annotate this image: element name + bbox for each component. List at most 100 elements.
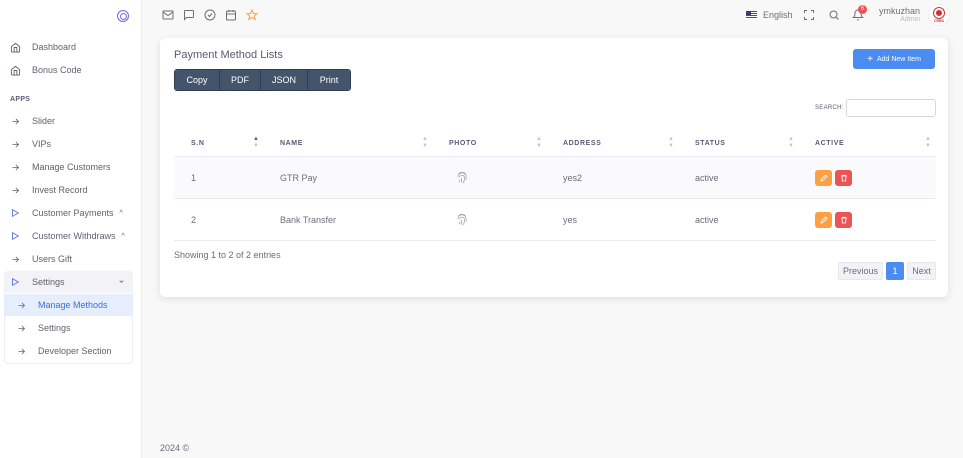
sidebar-subitem-developer-section[interactable]: Developer Section <box>4 340 133 362</box>
page-1-button[interactable]: 1 <box>886 262 904 280</box>
user-name[interactable]: ymkuzhan <box>878 6 920 16</box>
print-button[interactable]: Print <box>308 70 350 90</box>
language-label: English <box>763 10 793 20</box>
sidebar-subitem-label: Developer Section <box>38 346 112 356</box>
delete-button[interactable] <box>835 170 852 186</box>
cell-address: yes <box>563 215 578 225</box>
calendar-icon[interactable] <box>225 9 237 21</box>
arrow-right-icon <box>4 324 38 333</box>
column-header-active[interactable]: ACTIVE <box>815 140 844 147</box>
edit-button[interactable] <box>815 170 832 186</box>
sidebar-subitem-manage-methods[interactable]: Manage Methods <box>4 294 133 316</box>
next-page-button[interactable]: Next <box>907 262 936 280</box>
trash-icon <box>840 174 847 182</box>
sidebar-item-label: Users Gift <box>32 254 73 264</box>
fingerprint-icon <box>455 169 469 187</box>
arrow-right-icon <box>4 301 38 310</box>
sidebar-item-users-gift[interactable]: Users Gift <box>4 248 133 270</box>
cell-name: Bank Transfer <box>280 215 337 225</box>
triangle-right-icon <box>4 277 26 287</box>
sidebar-item-label: Settings <box>32 277 65 287</box>
sidebar-item-manage-customers[interactable]: Manage Customers <box>4 156 133 178</box>
sort-icon[interactable]: ▲ ▼ <box>668 136 674 150</box>
sidebar-item-label: Bonus Code <box>32 65 82 75</box>
sidebar-item-vips[interactable]: VIPs <box>4 133 133 155</box>
chevron-up-icon: ^ <box>121 232 125 240</box>
pencil-icon <box>820 174 828 182</box>
section-label-apps: APPS <box>10 96 31 103</box>
sidebar-item-label: Slider <box>32 116 56 126</box>
language-selector[interactable]: English <box>746 10 793 20</box>
sidebar-item-customer-payments[interactable]: Customer Payments ^ <box>4 202 133 224</box>
sidebar-item-invest-record[interactable]: Invest Record <box>4 179 133 201</box>
avatar[interactable]: CRBS <box>928 4 950 26</box>
mail-icon[interactable] <box>162 9 174 21</box>
sidebar-subitem-label: Settings <box>38 323 71 333</box>
sort-icon[interactable]: ▲ ▼ <box>422 136 428 150</box>
table-row: 2 Bank Transfer yes active <box>174 199 936 241</box>
chevron-up-icon: ^ <box>119 209 123 217</box>
column-header-address[interactable]: ADDRESS <box>563 140 601 147</box>
search-label: SEARCH: <box>815 105 844 111</box>
add-new-item-button[interactable]: + Add New Item <box>853 49 935 69</box>
sort-icon[interactable]: ▲ ▼ <box>536 136 542 150</box>
sort-icon[interactable]: ▲ ▼ <box>788 136 794 150</box>
home-icon <box>4 65 26 76</box>
triangle-right-icon <box>4 231 26 241</box>
sidebar-item-label: Manage Customers <box>32 162 111 172</box>
table-header: S.N ▲ ▼ NAME ▲ ▼ PHOTO ▲ ▼ ADDRESS ▲ ▼ STATU… <box>174 131 936 157</box>
arrow-right-icon <box>4 186 26 195</box>
arrow-right-icon <box>4 163 26 172</box>
check-circle-icon[interactable] <box>204 9 216 21</box>
chat-icon[interactable] <box>183 9 195 21</box>
home-icon <box>4 42 26 53</box>
delete-button[interactable] <box>835 212 852 228</box>
json-button[interactable]: JSON <box>261 70 308 90</box>
sidebar-item-slider[interactable]: Slider <box>4 110 133 132</box>
table-info: Showing 1 to 2 of 2 entries <box>174 250 281 260</box>
sidebar-item-label: Customer Payments <box>32 208 114 218</box>
star-icon[interactable] <box>245 8 259 21</box>
sort-icon[interactable]: ▲ ▼ <box>253 136 259 150</box>
pdf-button[interactable]: PDF <box>220 70 261 90</box>
sidebar-item-settings[interactable]: Settings <box>4 271 133 293</box>
table-row: 1 GTR Pay yes2 active <box>174 157 936 199</box>
column-header-photo[interactable]: PHOTO <box>449 140 477 147</box>
triangle-right-icon <box>4 208 26 218</box>
cell-sn: 2 <box>191 215 197 225</box>
sidebar-item-dashboard[interactable]: Dashboard <box>4 36 133 58</box>
copy-button[interactable]: Copy <box>175 70 220 90</box>
payment-methods-card: Payment Method Lists + Add New Item Copy… <box>160 38 948 297</box>
cell-status: active <box>695 215 719 225</box>
plus-icon: + <box>867 53 873 65</box>
collapse-toggle-icon[interactable] <box>117 10 129 22</box>
page-title: Payment Method Lists <box>174 49 283 61</box>
search-input[interactable] <box>846 99 936 117</box>
arrow-right-icon <box>4 347 38 356</box>
sidebar-subitem-settings[interactable]: Settings <box>4 317 133 339</box>
sidebar-subitem-label: Manage Methods <box>38 300 108 310</box>
chevron-down-icon <box>118 278 125 287</box>
previous-page-button[interactable]: Previous <box>838 262 883 280</box>
column-header-name[interactable]: NAME <box>280 140 303 147</box>
sidebar-item-label: VIPs <box>32 139 52 149</box>
edit-button[interactable] <box>815 212 832 228</box>
search-icon[interactable] <box>828 9 840 21</box>
fullscreen-icon[interactable] <box>803 9 815 21</box>
column-header-sn[interactable]: S.N <box>191 140 204 147</box>
sidebar-item-customer-withdraws[interactable]: Customer Withdraws ^ <box>4 225 133 247</box>
footer-copyright: 2024 © <box>160 443 190 453</box>
fingerprint-icon <box>455 211 469 229</box>
column-header-status[interactable]: STATUS <box>695 140 726 147</box>
sort-icon[interactable]: ▲ ▼ <box>925 136 931 150</box>
user-role: Admin <box>900 16 920 23</box>
cell-sn: 1 <box>191 173 197 183</box>
brand-logo-icon <box>934 7 944 18</box>
sidebar-item-bonus-code[interactable]: Bonus Code <box>4 59 133 81</box>
cell-status: active <box>695 173 719 183</box>
sidebar-item-label: Dashboard <box>32 42 77 52</box>
pencil-icon <box>820 216 828 224</box>
trash-icon <box>840 216 847 224</box>
sidebar-item-label: Customer Withdraws <box>32 231 116 241</box>
arrow-right-icon <box>4 140 26 149</box>
